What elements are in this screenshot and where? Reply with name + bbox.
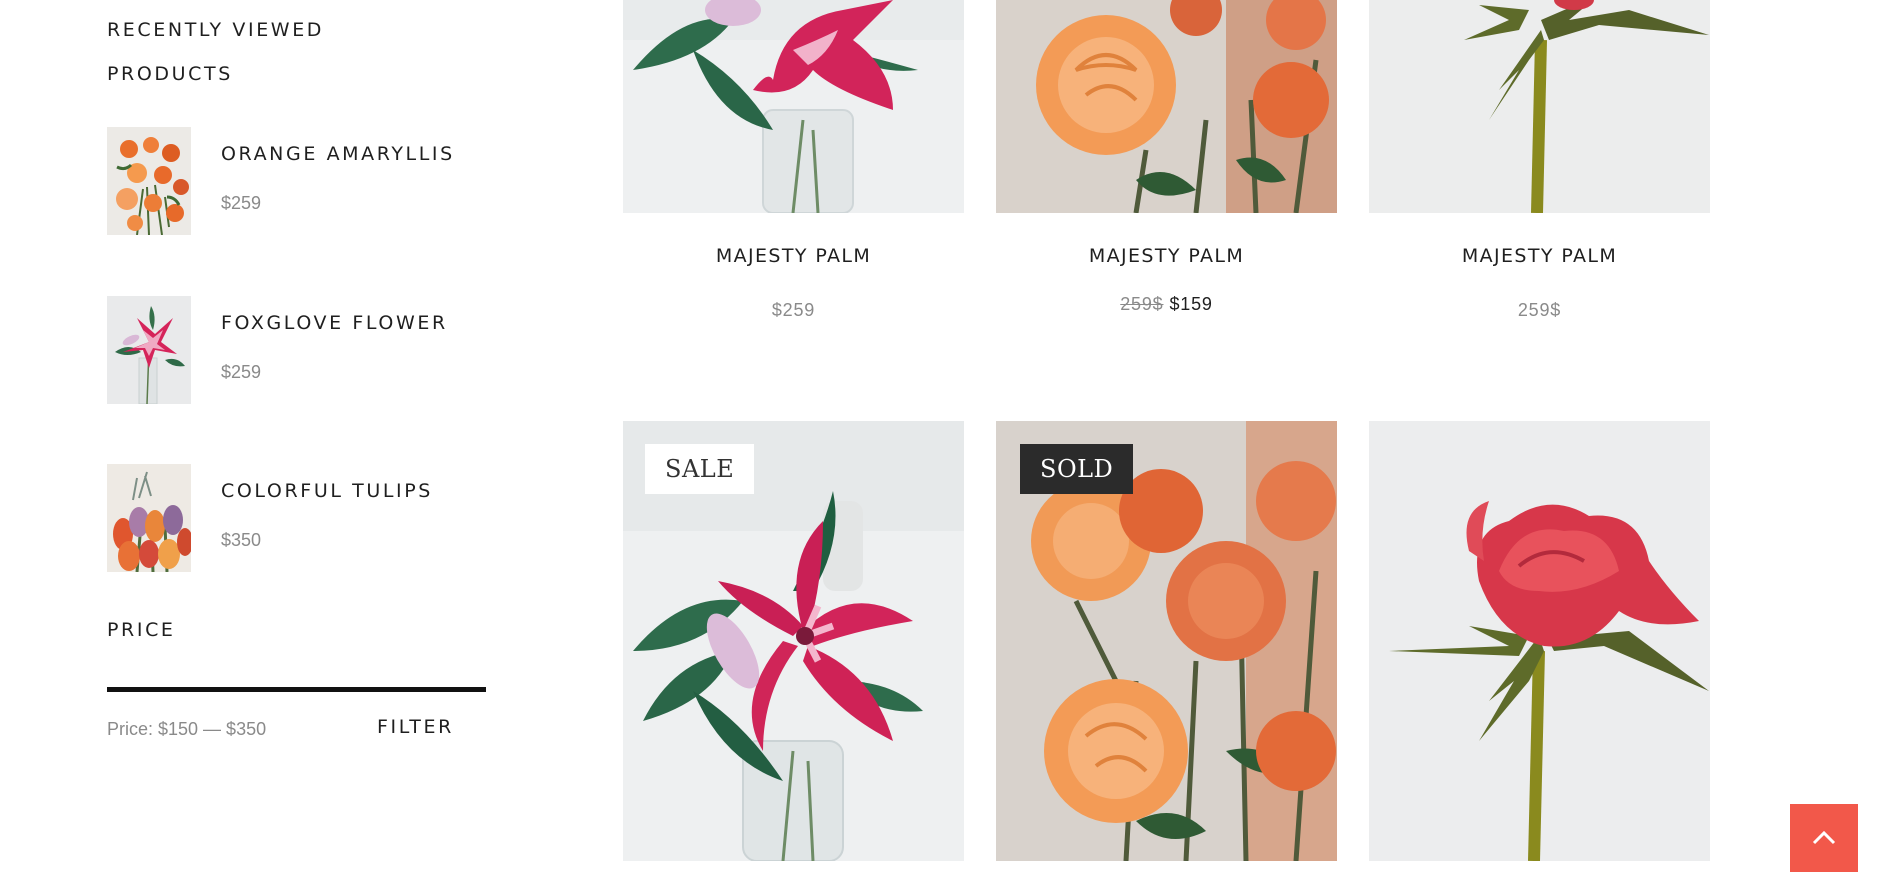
recent-product-item[interactable]: ORANGE AMARYLLIS $259 <box>107 127 487 235</box>
product-price: 259$ $159 <box>996 294 1337 315</box>
recent-product-price: $259 <box>221 362 262 382</box>
recent-product-item[interactable]: FOXGLOVE FLOWER $259 <box>107 296 487 404</box>
recent-product-thumbnail[interactable] <box>107 464 191 572</box>
product-image[interactable]: SOLD <box>996 421 1337 861</box>
product-name[interactable]: MAJESTY PALM <box>1369 245 1710 267</box>
product-image[interactable] <box>1369 421 1710 861</box>
back-to-top-button[interactable] <box>1790 804 1858 872</box>
price-filter-title: PRICE <box>107 619 176 641</box>
price-range-slider[interactable] <box>107 687 486 692</box>
sale-badge: SALE <box>645 444 755 494</box>
product-image[interactable] <box>623 0 964 213</box>
recent-product-name[interactable]: COLORFUL TULIPS <box>221 480 433 502</box>
product-sale-price: $159 <box>1169 294 1213 314</box>
product-card[interactable] <box>1369 421 1710 861</box>
product-name[interactable]: MAJESTY PALM <box>623 245 964 267</box>
filter-button[interactable]: FILTER <box>377 716 454 738</box>
recent-product-name[interactable]: ORANGE AMARYLLIS <box>221 143 455 165</box>
price-range-label: Price: $150 — $350 <box>107 719 267 739</box>
recent-product-thumbnail[interactable] <box>107 127 191 235</box>
product-card[interactable]: SOLD <box>996 421 1337 861</box>
product-old-price: 259$ <box>1120 294 1164 314</box>
recent-product-item[interactable]: COLORFUL TULIPS $350 <box>107 464 487 572</box>
product-image[interactable]: SALE <box>623 421 964 861</box>
product-card[interactable]: MAJESTY PALM 259$ <box>1369 0 1710 321</box>
product-price: $259 <box>771 300 816 320</box>
product-price: 259$ <box>1517 300 1562 320</box>
product-card[interactable]: MAJESTY PALM 259$ $159 <box>996 0 1337 315</box>
recent-product-name[interactable]: FOXGLOVE FLOWER <box>221 312 448 334</box>
chevron-up-icon <box>1812 830 1836 845</box>
recent-product-thumbnail[interactable] <box>107 296 191 404</box>
product-card[interactable]: MAJESTY PALM $259 <box>623 0 964 321</box>
product-name[interactable]: MAJESTY PALM <box>996 245 1337 267</box>
product-image[interactable] <box>996 0 1337 213</box>
recent-product-price: $259 <box>221 193 262 213</box>
recent-product-price: $350 <box>221 530 262 550</box>
recently-viewed-title: RECENTLY VIEWED PRODUCTS <box>107 19 325 85</box>
product-image[interactable] <box>1369 0 1710 213</box>
product-card[interactable]: SALE <box>623 421 964 861</box>
sold-badge: SOLD <box>1020 444 1134 494</box>
